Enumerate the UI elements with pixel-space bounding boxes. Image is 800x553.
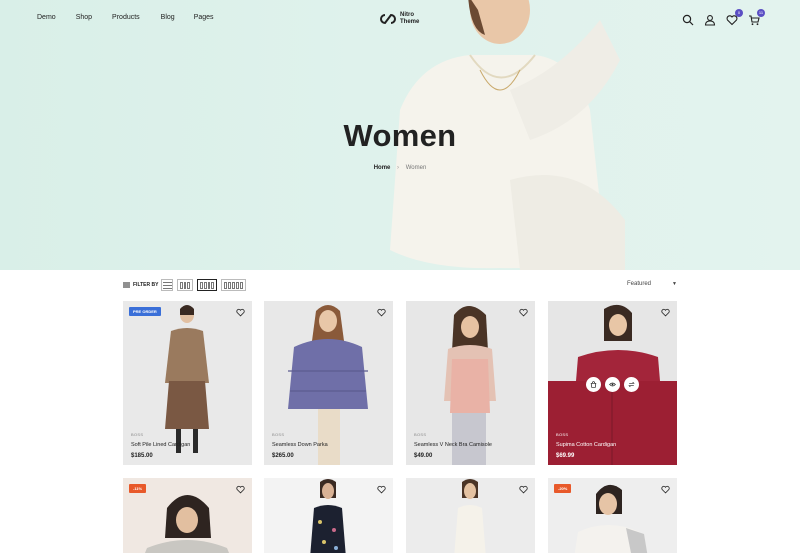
- page-title: Women: [343, 118, 457, 153]
- wishlist-heart-icon[interactable]: 0: [726, 9, 743, 26]
- compare-icon: [628, 381, 635, 388]
- product-name[interactable]: Supima Cotton Cardigan: [556, 442, 616, 448]
- hero-banner: Women Home › Women: [0, 0, 800, 270]
- wishlist-heart-icon[interactable]: [236, 308, 245, 317]
- product-image[interactable]: PRE ORDER BOSS Soft Pile Lined Cardigan …: [123, 301, 252, 465]
- breadcrumb-home[interactable]: Home: [374, 165, 391, 171]
- header-actions: 0 11: [682, 9, 765, 26]
- nav-item-shop[interactable]: Shop: [76, 14, 92, 21]
- quick-actions: [586, 377, 639, 392]
- product-brand: BOSS: [414, 432, 427, 437]
- product-photo: [310, 479, 346, 553]
- logo-icon: [380, 13, 396, 25]
- view-grid-2-button[interactable]: [177, 279, 193, 291]
- bag-icon: [590, 381, 597, 388]
- wishlist-heart-icon[interactable]: [661, 308, 670, 317]
- compare-button[interactable]: [624, 377, 639, 392]
- nav-item-demo[interactable]: Demo: [37, 14, 56, 21]
- product-brand: BOSS: [556, 432, 569, 437]
- product-image[interactable]: [406, 478, 535, 553]
- eye-icon: [609, 382, 616, 387]
- product-photo: [165, 305, 209, 453]
- product-name[interactable]: Seamless Down Parka: [272, 442, 328, 448]
- product-image[interactable]: BOSS Supima Cotton Cardigan $69.99: [548, 301, 677, 465]
- wishlist-heart-icon[interactable]: [519, 308, 528, 317]
- product-card[interactable]: -11%: [123, 478, 252, 553]
- product-name[interactable]: Seamless V Neck Bra Camisole: [414, 442, 492, 448]
- wishlist-count-badge: 0: [735, 9, 743, 17]
- site-logo[interactable]: Nitro Theme: [379, 12, 419, 26]
- logo-line1: Nitro: [400, 12, 414, 18]
- sort-value: Featured: [627, 281, 652, 287]
- product-card[interactable]: [406, 478, 535, 553]
- add-to-cart-button[interactable]: [586, 377, 601, 392]
- breadcrumb-separator: ›: [397, 165, 400, 171]
- nav-item-blog[interactable]: Blog: [161, 14, 175, 21]
- wishlist-heart-icon[interactable]: [519, 485, 528, 494]
- product-price: $185.00: [131, 453, 153, 459]
- view-grid-4-button[interactable]: [221, 279, 246, 291]
- product-image[interactable]: BOSS Seamless Down Parka $265.00: [264, 301, 393, 465]
- main-nav: Demo Shop Products Blog Pages: [37, 14, 214, 21]
- product-card[interactable]: BOSS Supima Cotton Cardigan $69.99: [548, 301, 677, 465]
- filter-icon: [123, 282, 130, 288]
- filter-label: FILTER BY: [133, 282, 159, 288]
- product-photo: [444, 306, 496, 465]
- discount-badge: -20%: [554, 484, 572, 493]
- product-price: $265.00: [272, 453, 294, 459]
- product-card[interactable]: [264, 478, 393, 553]
- sort-select[interactable]: Featured ▼: [627, 281, 677, 287]
- wishlist-heart-icon[interactable]: [377, 485, 386, 494]
- discount-badge: -11%: [129, 484, 147, 493]
- cart-count-badge: 11: [757, 9, 765, 17]
- product-card[interactable]: -20%: [548, 478, 677, 553]
- preorder-badge: PRE ORDER: [129, 307, 161, 316]
- wishlist-heart-icon[interactable]: [661, 485, 670, 494]
- breadcrumb-current: Women: [405, 165, 427, 171]
- product-brand: BOSS: [272, 432, 285, 437]
- chevron-down-icon: ▼: [672, 281, 677, 287]
- wishlist-heart-icon[interactable]: [236, 485, 245, 494]
- product-card[interactable]: BOSS Seamless Down Parka $265.00: [264, 301, 393, 465]
- product-image[interactable]: -11%: [123, 478, 252, 553]
- product-card[interactable]: BOSS Seamless V Neck Bra Camisole $49.00: [406, 301, 535, 465]
- breadcrumb: Home › Women: [0, 165, 800, 171]
- filter-button[interactable]: FILTER BY: [123, 282, 158, 288]
- product-price: $49.00: [414, 453, 433, 459]
- cart-icon[interactable]: 11: [748, 9, 765, 26]
- catalog-toolbar: FILTER BY Featured ▼: [123, 279, 677, 293]
- product-price: $69.99: [556, 453, 575, 459]
- product-photo: [454, 479, 486, 553]
- product-name[interactable]: Soft Pile Lined Cardigan: [131, 442, 190, 448]
- nav-item-pages[interactable]: Pages: [194, 14, 214, 21]
- quick-view-button[interactable]: [605, 377, 620, 392]
- search-icon[interactable]: [682, 13, 694, 26]
- view-list-button[interactable]: [161, 279, 173, 291]
- product-card[interactable]: PRE ORDER BOSS Soft Pile Lined Cardigan …: [123, 301, 252, 465]
- product-image[interactable]: [264, 478, 393, 553]
- logo-line2: Theme: [400, 19, 420, 25]
- product-brand: BOSS: [131, 432, 144, 437]
- product-photo: [288, 305, 368, 465]
- nav-item-products[interactable]: Products: [112, 14, 140, 21]
- product-image[interactable]: BOSS Seamless V Neck Bra Camisole $49.00: [406, 301, 535, 465]
- view-switcher: [161, 279, 246, 291]
- wishlist-heart-icon[interactable]: [377, 308, 386, 317]
- view-grid-3-button[interactable]: [197, 279, 217, 291]
- user-icon[interactable]: [704, 13, 716, 26]
- product-image[interactable]: -20%: [548, 478, 677, 553]
